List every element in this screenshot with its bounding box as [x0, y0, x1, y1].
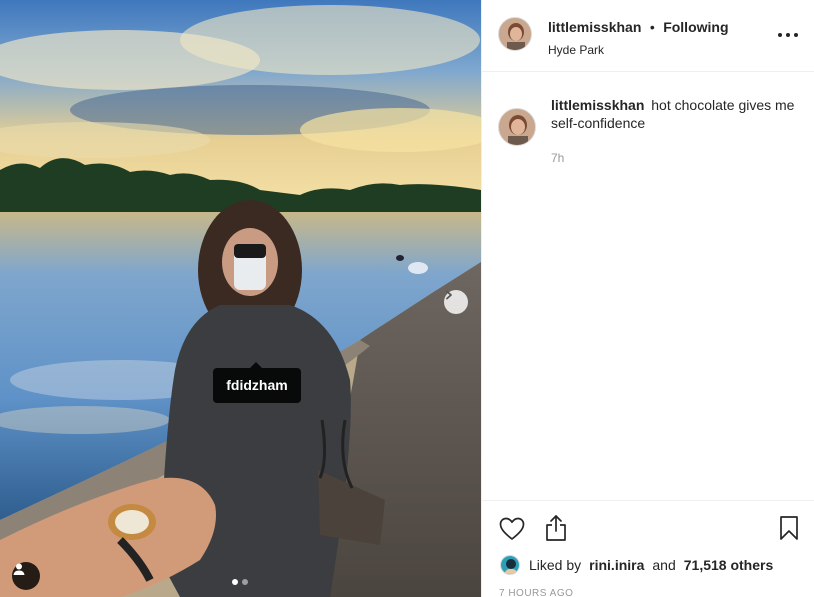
ellipsis-icon: [778, 33, 782, 37]
header-names: littlemisskhan • Following Hyde Park: [548, 19, 729, 57]
user-tag-bubble[interactable]: fdidzham: [213, 362, 301, 403]
header-separator: •: [649, 19, 655, 35]
caption: littlemisskhan hot chocolate gives me se…: [498, 96, 802, 165]
like-button[interactable]: [498, 515, 526, 543]
carousel-dot-active: [232, 579, 238, 585]
likes-summary: Liked by rini.inira and 71,518 others: [500, 555, 773, 575]
post-photo[interactable]: fdidzham: [0, 0, 481, 597]
heart-icon: [499, 517, 525, 540]
carousel-dot: [242, 579, 248, 585]
carousel-next-button[interactable]: [444, 290, 468, 314]
more-options-button[interactable]: [778, 27, 798, 43]
post-header: littlemisskhan • Following Hyde Park: [482, 0, 814, 72]
tagged-users-button[interactable]: [12, 562, 40, 590]
following-button[interactable]: Following: [663, 19, 728, 35]
caption-body: littlemisskhan hot chocolate gives me se…: [551, 96, 802, 132]
post-details-panel: littlemisskhan • Following Hyde Park lit…: [481, 0, 814, 597]
likes-conjunction: and: [652, 557, 676, 573]
post-timestamp: 7 HOURS AGO: [499, 588, 574, 597]
carousel-indicator: [232, 579, 248, 585]
user-tag-label: fdidzham: [226, 377, 288, 393]
bookmark-icon: [780, 516, 798, 540]
share-button[interactable]: [542, 513, 570, 543]
author-avatar[interactable]: [498, 17, 532, 51]
liked-by-prefix: Liked by: [529, 557, 582, 573]
caption-author-avatar[interactable]: [498, 108, 536, 146]
caption-username[interactable]: littlemisskhan: [551, 97, 644, 113]
caption-age: 7h: [551, 151, 565, 165]
person-icon: [13, 563, 25, 575]
share-icon: [546, 515, 566, 541]
post-actions: Liked by rini.inira and 71,518 others 7 …: [482, 500, 814, 597]
chevron-right-icon: [446, 290, 452, 300]
liker-username[interactable]: rini.inira: [589, 557, 644, 573]
photo-scene: [0, 0, 481, 597]
likes-others-link[interactable]: 71,518 others: [684, 557, 774, 573]
location-link[interactable]: Hyde Park: [548, 43, 729, 57]
author-username[interactable]: littlemisskhan: [548, 19, 641, 35]
liker-avatar[interactable]: [500, 555, 520, 575]
save-button[interactable]: [777, 514, 801, 542]
